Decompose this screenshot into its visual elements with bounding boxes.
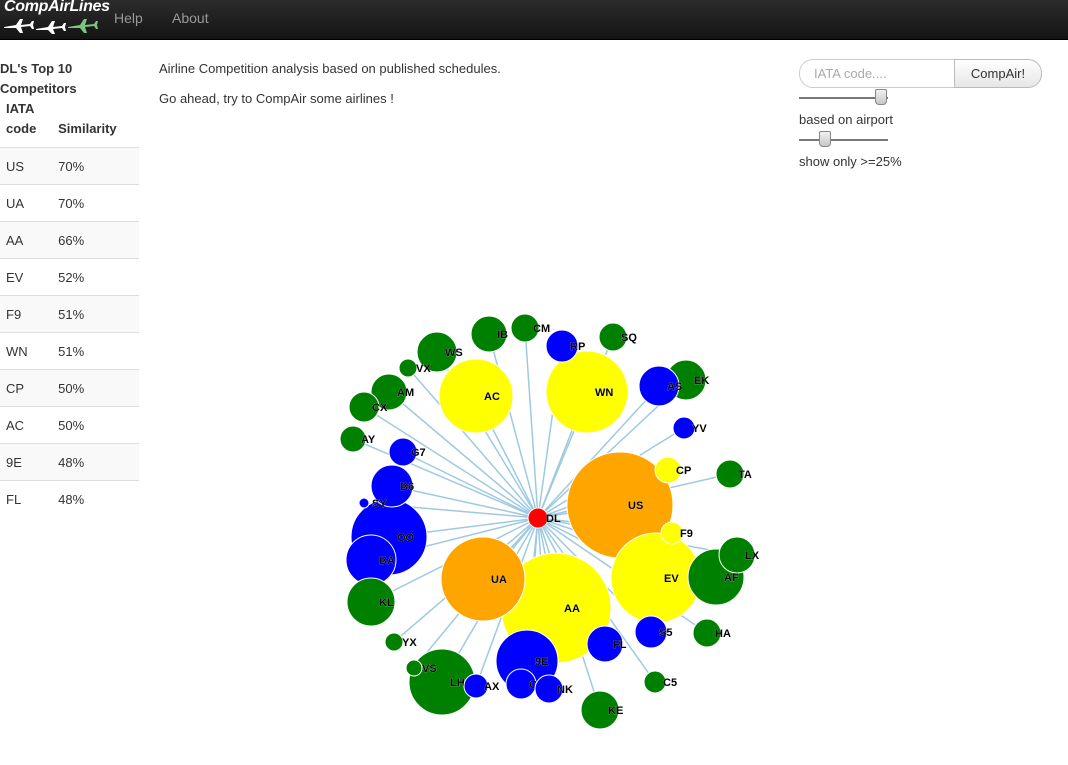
airline-node-label: 9E [535, 656, 548, 668]
airline-node-label: VX [416, 363, 431, 375]
airline-node[interactable]: AX [463, 673, 500, 699]
airline-node-label: KE [608, 705, 623, 717]
airline-node-label: G7 [411, 447, 426, 459]
airline-node-label: US [628, 500, 643, 512]
airline-node-label: BA [379, 555, 395, 567]
airline-node-label: AS [667, 381, 682, 393]
airline-node-label: AC [484, 391, 500, 403]
airline-node-label: CM [533, 323, 550, 335]
competition-graph: AA US EV UA WN OO AC LH 9E AF BA KL B6 WS EK AS KE IB AM LX… [339, 313, 760, 730]
airline-node-label: LX [745, 550, 760, 562]
airline-node-label: TA [738, 469, 752, 481]
airline-node-circle[interactable] [545, 350, 629, 434]
airline-node-label: CX [372, 402, 388, 414]
airline-node[interactable]: EV [610, 532, 702, 624]
airline-node-label: UA [491, 574, 507, 586]
airline-node-label: EK [694, 375, 709, 387]
airline-node-circle[interactable] [527, 507, 549, 529]
airline-node-label: HA [715, 628, 731, 640]
airline-node-label: NK [557, 684, 573, 696]
airline-node-label: WS [445, 347, 463, 359]
airline-node[interactable]: TA [715, 459, 752, 489]
graph-link [524, 327, 539, 519]
airline-node[interactable]: VS [405, 659, 437, 677]
airline-node[interactable]: NK [534, 674, 573, 704]
airline-node[interactable]: LX [718, 536, 760, 574]
airline-node[interactable]: WN [545, 350, 629, 434]
airline-node-circle[interactable] [610, 532, 702, 624]
airline-node[interactable]: KL [346, 577, 396, 627]
airline-node[interactable]: CM [510, 313, 550, 343]
airline-node-label: AA [564, 603, 580, 615]
airline-node-label: AF [724, 572, 739, 584]
airline-node-circle[interactable] [438, 358, 514, 434]
airline-node-label: IB [497, 329, 508, 341]
airline-node[interactable]: SQ [598, 322, 637, 352]
airline-node[interactable]: F9 [660, 521, 693, 545]
airline-node-label: C5 [663, 677, 677, 689]
airline-node[interactable]: HA [692, 618, 731, 648]
airline-node-label: AX [484, 681, 500, 693]
airline-node-label: DL [546, 513, 561, 525]
airline-node-circle[interactable] [440, 536, 526, 622]
airline-node-label: YX [402, 637, 417, 649]
airline-node-label: YV [692, 423, 707, 435]
airline-node[interactable]: AC [438, 358, 514, 434]
airline-node[interactable]: KE [580, 690, 623, 730]
airline-node-label: VS [422, 663, 437, 675]
airline-node-label: EV [664, 573, 679, 585]
airline-node[interactable]: AY [339, 425, 376, 453]
airline-node-circle[interactable] [398, 358, 418, 378]
airline-node-label: F9 [680, 528, 693, 540]
airline-node[interactable]: YV [672, 416, 707, 440]
airline-node-label: S5 [659, 627, 672, 639]
airline-node-circle[interactable] [405, 659, 423, 677]
airline-node-label: SY [372, 498, 387, 510]
airline-node-label: RP [570, 341, 585, 353]
airline-node-circle[interactable] [358, 497, 370, 509]
airline-node[interactable]: FL [586, 625, 627, 663]
airline-node-label: CP [676, 465, 691, 477]
airline-node[interactable]: IB [470, 315, 508, 353]
airline-node[interactable]: CP [654, 456, 691, 484]
airline-node-label: KL [379, 597, 394, 609]
airline-node-label: LH [450, 677, 465, 689]
airline-node-label: B6 [400, 481, 414, 493]
airline-node[interactable]: UA [440, 536, 526, 622]
airline-node[interactable]: C5 [643, 670, 677, 694]
airline-node-label: OO [397, 532, 415, 544]
airline-node-circle[interactable] [384, 632, 404, 652]
airline-node-label: AM [397, 387, 414, 399]
airline-node-label: WN [595, 387, 613, 399]
airline-node[interactable]: SY [358, 497, 387, 510]
airline-node-label: AY [361, 434, 376, 446]
airline-node-label: SQ [621, 332, 637, 344]
airline-node-label: FL [613, 639, 627, 651]
graph-nodes: AA US EV UA WN OO AC LH 9E AF BA KL B6 WS EK AS KE IB AM LX… [339, 313, 760, 730]
